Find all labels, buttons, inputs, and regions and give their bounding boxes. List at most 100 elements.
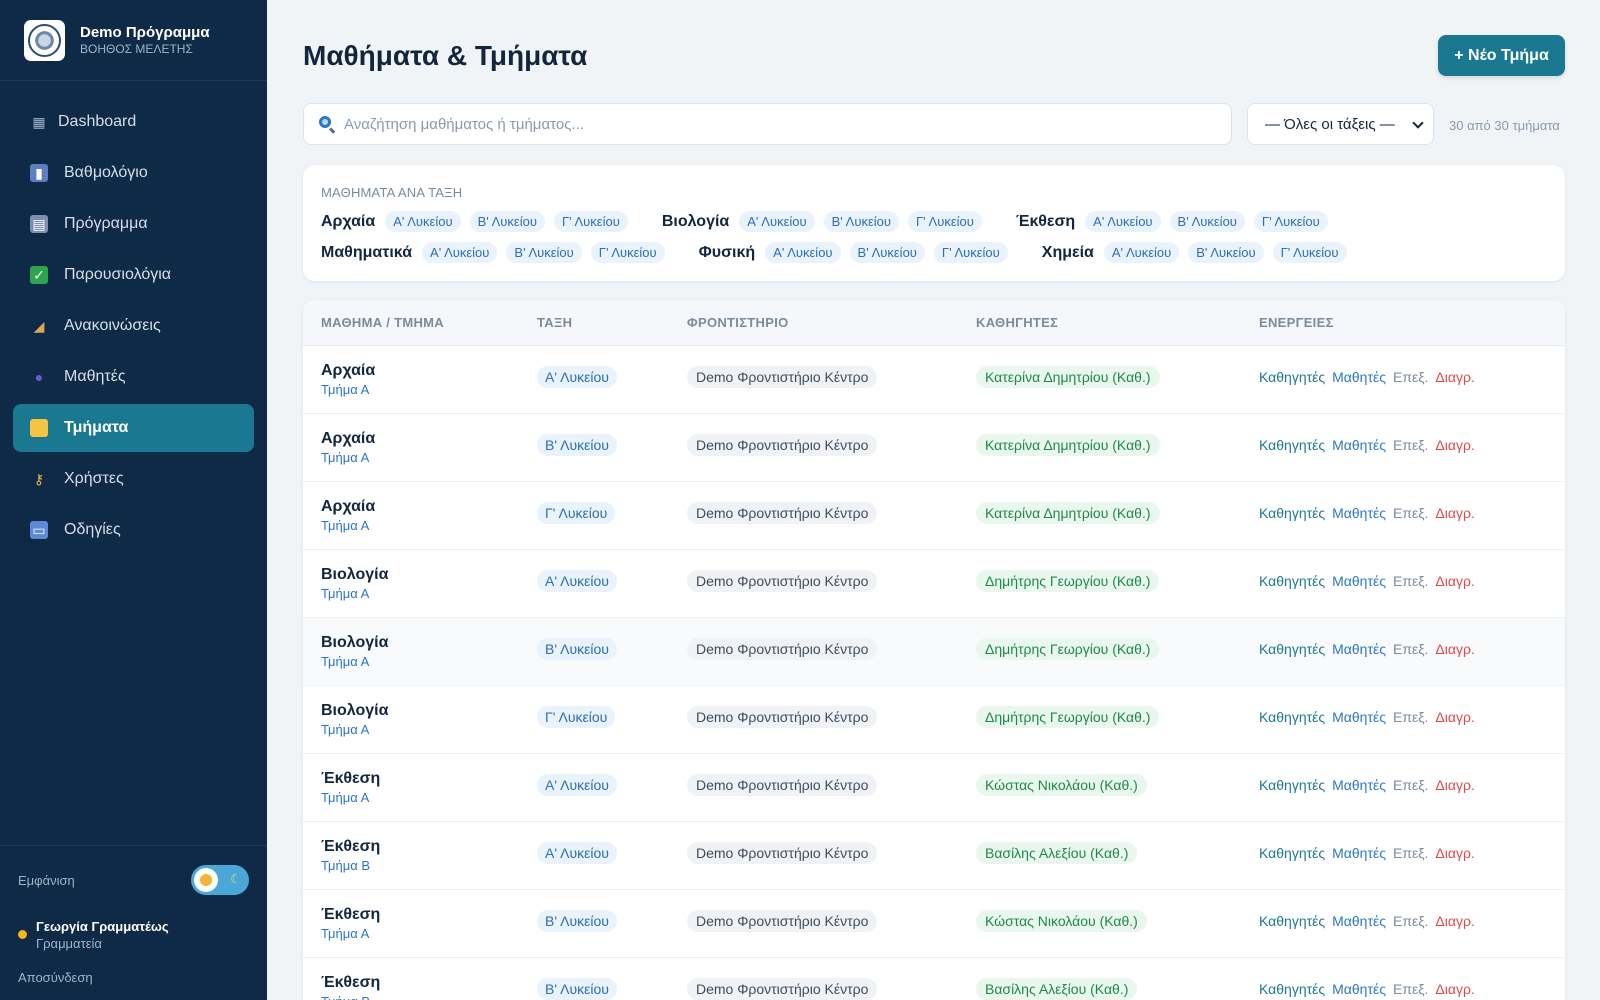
teachers-action-link[interactable]: Καθηγητές: [1259, 641, 1325, 657]
sidebar-item-5[interactable]: ● Μαθητές: [13, 353, 254, 401]
subject-line: Μαθηματικά Α' Λυκείου Β' Λυκείου Γ' Λυκείου…: [321, 237, 1547, 268]
sidebar-item-4[interactable]: ◢ Ανακοινώσεις: [13, 302, 254, 350]
class-pill[interactable]: Γ' Λυκείου: [1272, 242, 1347, 263]
department-name[interactable]: Τμήμα Α: [321, 449, 375, 466]
delete-action-link[interactable]: Διαγρ.: [1435, 845, 1474, 861]
students-action-link[interactable]: Μαθητές: [1332, 369, 1386, 385]
subject-cell: Αρχαία Τμήμα Α: [321, 429, 375, 466]
actions-cell: Καθηγητές Μαθητές Επεξ. Διαγρ.: [1259, 913, 1482, 929]
center-cell: Demo Φροντιστήριο Κέντρο: [687, 842, 878, 864]
theme-toggle[interactable]: ☾: [191, 865, 249, 895]
page-title: Μαθήματα & Τμήματα: [303, 40, 588, 71]
department-name[interactable]: Τμήμα Α: [321, 517, 375, 534]
students-action-link[interactable]: Μαθητές: [1332, 981, 1386, 997]
edit-action-link[interactable]: Επεξ.: [1393, 573, 1428, 589]
department-name[interactable]: Τμήμα Β: [321, 993, 380, 1000]
edit-action-link[interactable]: Επεξ.: [1393, 913, 1428, 929]
sidebar-item-7[interactable]: ⚷ Χρήστες: [13, 455, 254, 503]
class-pill[interactable]: Α' Λυκείου: [1103, 242, 1180, 263]
department-name[interactable]: Τμήμα Α: [321, 653, 388, 670]
delete-action-link[interactable]: Διαγρ.: [1435, 641, 1474, 657]
students-action-link[interactable]: Μαθητές: [1332, 913, 1386, 929]
edit-action-link[interactable]: Επεξ.: [1393, 709, 1428, 725]
subject-group: Αρχαία Α' Λυκείου Β' Λυκείου Γ' Λυκείου: [321, 211, 637, 232]
delete-action-link[interactable]: Διαγρ.: [1435, 369, 1474, 385]
class-pill[interactable]: Β' Λυκείου: [506, 242, 582, 263]
students-action-link[interactable]: Μαθητές: [1332, 709, 1386, 725]
center-badge: Demo Φροντιστήριο Κέντρο: [687, 434, 878, 456]
delete-action-link[interactable]: Διαγρ.: [1435, 981, 1474, 997]
edit-action-link[interactable]: Επεξ.: [1393, 845, 1428, 861]
class-pill[interactable]: Β' Λυκείου: [469, 211, 545, 232]
students-action-link[interactable]: Μαθητές: [1332, 437, 1386, 453]
teachers-action-link[interactable]: Καθηγητές: [1259, 573, 1325, 589]
class-pill[interactable]: Β' Λυκείου: [1188, 242, 1264, 263]
class-pill[interactable]: Γ' Λυκείου: [908, 211, 982, 232]
center-cell: Demo Φροντιστήριο Κέντρο: [687, 978, 878, 1000]
sidebar-item-2[interactable]: ▤ Πρόγραμμα: [13, 200, 254, 248]
edit-action-link[interactable]: Επεξ.: [1393, 981, 1428, 997]
delete-action-link[interactable]: Διαγρ.: [1435, 573, 1474, 589]
delete-action-link[interactable]: Διαγρ.: [1435, 437, 1474, 453]
students-action-link[interactable]: Μαθητές: [1332, 505, 1386, 521]
teachers-action-link[interactable]: Καθηγητές: [1259, 709, 1325, 725]
department-name[interactable]: Τμήμα Α: [321, 925, 380, 942]
sidebar-item-6[interactable]: ▬ Τμήματα: [13, 404, 254, 452]
sidebar-item-1[interactable]: ▮ Βαθμολόγιο: [13, 149, 254, 197]
class-pill[interactable]: Β' Λυκείου: [1169, 211, 1245, 232]
class-pill[interactable]: Α' Λυκείου: [765, 242, 841, 263]
edit-action-link[interactable]: Επεξ.: [1393, 505, 1428, 521]
delete-action-link[interactable]: Διαγρ.: [1435, 505, 1474, 521]
class-pill[interactable]: Γ' Λυκείου: [933, 242, 1008, 263]
class-pill[interactable]: Β' Λυκείου: [849, 242, 925, 263]
teachers-action-link[interactable]: Καθηγητές: [1259, 981, 1325, 997]
department-name[interactable]: Τμήμα Α: [321, 721, 388, 738]
teachers-action-link[interactable]: Καθηγητές: [1259, 777, 1325, 793]
class-pill[interactable]: Β' Λυκείου: [823, 211, 899, 232]
center-cell: Demo Φροντιστήριο Κέντρο: [687, 706, 878, 728]
class-pill[interactable]: Γ' Λυκείου: [590, 242, 665, 263]
teachers-action-link[interactable]: Καθηγητές: [1259, 845, 1325, 861]
class-pill[interactable]: Γ' Λυκείου: [553, 211, 628, 232]
edit-action-link[interactable]: Επεξ.: [1393, 777, 1428, 793]
subject-name: Έκθεση: [321, 838, 381, 855]
checkbox-icon: ✓: [30, 266, 48, 284]
delete-action-link[interactable]: Διαγρ.: [1435, 913, 1474, 929]
header-subject: ΜΑΘΗΜΑ / ΤΜΗΜΑ: [321, 315, 444, 330]
teachers-action-link[interactable]: Καθηγητές: [1259, 505, 1325, 521]
department-name[interactable]: Τμήμα Α: [321, 585, 388, 602]
class-cell: Α' Λυκείου: [537, 774, 617, 796]
teachers-action-link[interactable]: Καθηγητές: [1259, 369, 1325, 385]
edit-action-link[interactable]: Επεξ.: [1393, 641, 1428, 657]
delete-action-link[interactable]: Διαγρ.: [1435, 777, 1474, 793]
sidebar-item-0[interactable]: ▦ Dashboard: [13, 98, 254, 146]
brand-text: Demo Πρόγραμμα ΒΟΗΘΟΣ ΜΕΛΕΤΗΣ: [80, 24, 210, 56]
class-pill[interactable]: Α' Λυκείου: [422, 242, 498, 263]
class-cell: Β' Λυκείου: [537, 910, 617, 932]
students-action-link[interactable]: Μαθητές: [1332, 573, 1386, 589]
teachers-action-link[interactable]: Καθηγητές: [1259, 913, 1325, 929]
department-name[interactable]: Τμήμα Β: [321, 857, 380, 874]
students-action-link[interactable]: Μαθητές: [1332, 641, 1386, 657]
sidebar-item-8[interactable]: ▭ Οδηγίες: [13, 506, 254, 554]
class-pill[interactable]: Α' Λυκείου: [1085, 211, 1161, 232]
students-action-link[interactable]: Μαθητές: [1332, 777, 1386, 793]
class-pill[interactable]: Γ' Λυκείου: [1253, 211, 1328, 232]
department-name[interactable]: Τμήμα Α: [321, 789, 380, 806]
sidebar-item-3[interactable]: ✓ Παρουσιολόγια: [13, 251, 254, 299]
class-badge: Β' Λυκείου: [537, 978, 617, 1000]
new-department-button[interactable]: + Νέο Τμήμα: [1438, 35, 1565, 76]
subject-name: Χημεία: [1041, 243, 1094, 261]
teachers-action-link[interactable]: Καθηγητές: [1259, 437, 1325, 453]
class-pill[interactable]: Α' Λυκείου: [385, 211, 461, 232]
search-input[interactable]: [344, 115, 1224, 133]
students-action-link[interactable]: Μαθητές: [1332, 845, 1386, 861]
edit-action-link[interactable]: Επεξ.: [1393, 369, 1428, 385]
class-pill[interactable]: Α' Λυκείου: [739, 211, 815, 232]
sidebar: Demo Πρόγραμμα ΒΟΗΘΟΣ ΜΕΛΕΤΗΣ ▦ Dashboard…: [0, 0, 267, 1000]
class-filter-select[interactable]: — Όλες οι τάξεις —: [1247, 103, 1434, 145]
department-name[interactable]: Τμήμα Α: [321, 381, 375, 398]
delete-action-link[interactable]: Διαγρ.: [1435, 709, 1474, 725]
edit-action-link[interactable]: Επεξ.: [1393, 437, 1428, 453]
logout-link[interactable]: Αποσύνδεση: [18, 970, 249, 985]
